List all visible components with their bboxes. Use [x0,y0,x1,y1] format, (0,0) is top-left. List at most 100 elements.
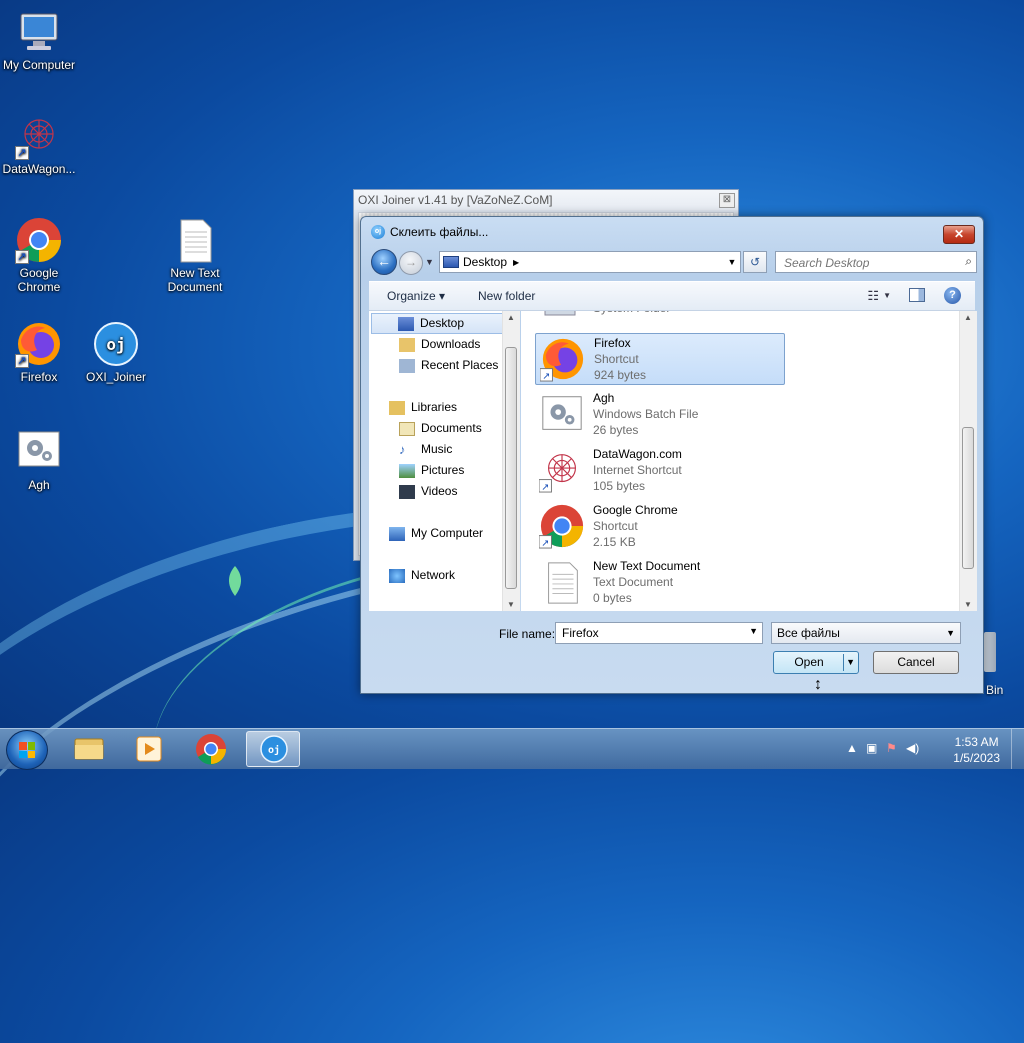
nav-item-downloads[interactable]: Downloads [369,334,480,355]
clock[interactable]: 1:53 AM 1/5/2023 [953,734,1000,766]
nav-item-my-computer[interactable]: My Computer [369,523,483,544]
help-icon[interactable]: ? [944,287,961,304]
svg-text:↗: ↗ [542,371,550,382]
system-tray: ▲ ▣ ⚑ ◀) 1:53 AM 1/5/2023 [834,729,1024,769]
organize-button[interactable]: Organize ▾ [387,289,445,303]
chevron-right-icon[interactable]: ▶ [513,258,519,267]
desktop-icon-oxi-joiner[interactable]: oj OXI_Joiner [74,320,158,384]
nav-item-pictures[interactable]: Pictures [369,460,464,481]
file-name-label: File name: [499,627,556,641]
open-file-dialog: oj Склеить файлы... ✕ ← → ▼ Desktop ▶ ▼ … [360,216,984,694]
file-item-system-folder[interactable]: System Folder [535,311,785,335]
scroll-up-icon[interactable]: ▲ [964,313,972,322]
address-bar[interactable]: Desktop ▶ ▼ [439,251,741,273]
scrollbar-thumb[interactable] [505,347,517,589]
nav-item-documents[interactable]: Documents [369,418,482,439]
wallpaper-leaf [228,566,242,596]
back-button[interactable]: ← [371,249,397,275]
address-location[interactable]: Desktop [463,255,507,269]
nav-item-music[interactable]: ♪ Music [369,439,452,460]
new-folder-button[interactable]: New folder [478,289,535,303]
cancel-button[interactable]: Cancel [873,651,959,674]
nav-item-videos[interactable]: Videos [369,481,457,502]
desktop-icon-firefox[interactable]: ↗ Firefox [0,320,81,384]
documents-icon [399,421,415,436]
oxi-joiner-icon: oj [92,320,140,368]
recent-pages-dropdown[interactable]: ▼ [425,257,434,267]
file-name-combobox[interactable]: ▼ [555,622,763,644]
address-dropdown-icon[interactable]: ▼ [724,257,740,267]
desktop-icon-datawagon[interactable]: ↗ DataWagon... [0,112,81,176]
svg-text:↗: ↗ [541,538,549,549]
show-hidden-icons-icon[interactable]: ▲ [846,741,858,755]
shortcut-arrow-icon: ↗ [15,354,29,368]
taskbar-chrome[interactable] [184,731,238,767]
file-list-scrollbar[interactable]: ▲ ▼ [959,311,977,611]
nav-item-recent-places[interactable]: Recent Places [369,355,498,376]
search-box[interactable]: ⌕ [775,251,977,273]
computer-icon [539,311,585,331]
desktop-icon-agh[interactable]: Agh [0,428,81,492]
firefox-icon: ↗ [539,336,586,382]
file-type-dropdown-icon[interactable]: ▼ [946,623,955,643]
nav-item-desktop[interactable]: Desktop [371,313,517,334]
file-item-firefox[interactable]: ↗ Firefox Shortcut 924 bytes [535,333,785,385]
desktop-icon-new-text-document[interactable]: New Text Document [153,216,237,294]
computer-icon [15,8,63,56]
search-icon[interactable]: ⌕ [965,254,972,269]
text-document-icon [539,559,585,605]
file-item-google-chrome[interactable]: ↗ Google Chrome Shortcut 2.15 KB [535,501,785,553]
music-icon: ♪ [399,441,406,457]
preview-pane-button[interactable] [909,288,925,302]
downloads-folder-icon [399,337,415,352]
file-item-agh[interactable]: Agh Windows Batch File 26 bytes [535,389,785,441]
nav-item-network[interactable]: Network [369,565,455,586]
taskbar-explorer[interactable] [62,731,116,767]
file-name-input[interactable] [560,625,744,641]
volume-icon[interactable]: ◀) [906,741,919,755]
start-button[interactable] [6,730,48,770]
oxi-joiner-icon: oj [260,735,288,763]
scroll-down-icon[interactable]: ▼ [507,600,515,609]
pictures-icon [399,463,415,478]
nav-item-libraries[interactable]: Libraries [369,397,457,418]
action-center-icon[interactable]: ⚑ [886,741,897,755]
open-options-dropdown-icon[interactable]: ▼ [846,652,855,673]
dialog-close-button[interactable]: ✕ [943,225,975,244]
scroll-down-icon[interactable]: ▼ [964,600,972,609]
desktop-folder-icon [443,256,459,268]
forward-button[interactable]: → [399,251,423,275]
recycle-bin-icon[interactable] [984,632,996,672]
firefox-icon: ↗ [15,320,63,368]
scroll-up-icon[interactable]: ▲ [507,313,515,322]
desktop-icon-my-computer[interactable]: My Computer [0,8,81,72]
chrome-icon: ↗ [15,216,63,264]
network-tray-icon[interactable]: ▣ [866,741,877,755]
refresh-button[interactable]: ↺ [743,251,767,273]
navigation-bar: ← → ▼ Desktop ▶ ▼ ↺ ⌕ [369,249,977,275]
navigation-pane-scrollbar[interactable]: ▲ ▼ [502,311,520,611]
taskbar-oxi-joiner[interactable]: oj [246,731,300,767]
split-divider [843,654,844,671]
dialog-footer: File name: ▼ Все файлы ▼ Open ▼ Cancel [369,613,975,685]
batch-file-icon [15,428,63,476]
desktop-icon-google-chrome[interactable]: ↗ Google Chrome [0,216,81,294]
datawagon-icon: ↗ [538,447,585,493]
file-item-new-text-document[interactable]: New Text Document Text Document 0 bytes [535,557,785,609]
scrollbar-thumb[interactable] [962,427,974,569]
search-input[interactable] [782,253,956,273]
open-button[interactable]: Open ▼ [773,651,859,674]
chrome-icon: ↗ [538,503,585,549]
media-player-icon [136,736,162,762]
oxi-close-button[interactable]: ⊠ [719,193,735,208]
svg-text:oj: oj [268,744,280,756]
file-name-dropdown-icon[interactable]: ▼ [749,626,758,636]
desktop-icon [398,316,414,331]
change-view-icon[interactable]: ☷ [867,288,879,304]
view-options-dropdown-icon[interactable]: ▼ [883,291,891,300]
command-bar: Organize ▾ New folder ☷ ▼ ? [369,281,975,311]
file-item-datawagon[interactable]: ↗ DataWagon.com Internet Shortcut 105 by… [535,445,785,497]
show-desktop-button[interactable] [1011,729,1024,769]
file-type-select[interactable]: Все файлы ▼ [771,622,961,644]
taskbar-media-player[interactable] [122,731,176,767]
